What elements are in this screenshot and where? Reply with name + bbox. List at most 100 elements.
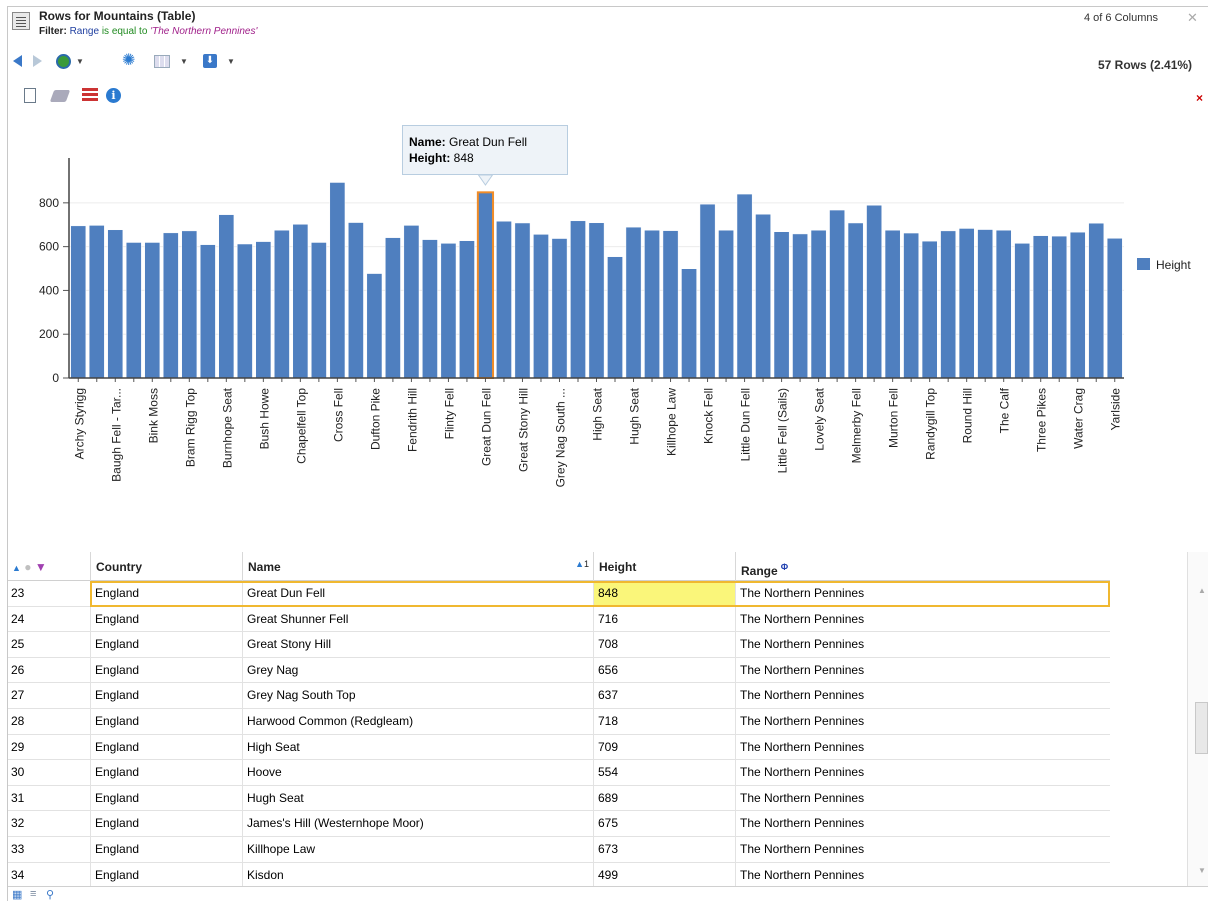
row-number[interactable]: 32 bbox=[8, 811, 90, 836]
cell-range[interactable]: The Northern Pennines bbox=[735, 581, 1110, 606]
cell-country[interactable]: England bbox=[90, 632, 242, 658]
column-header-name[interactable]: Name ▲1 bbox=[242, 552, 593, 581]
row-number[interactable]: 23 bbox=[8, 581, 90, 606]
bar bbox=[921, 240, 938, 379]
list-mode-icon[interactable]: ≡ bbox=[30, 888, 36, 900]
x-tick-label: Killhope Law bbox=[665, 388, 679, 456]
column-header-country-label: Country bbox=[96, 560, 142, 574]
bar bbox=[1106, 238, 1123, 379]
cell-height[interactable]: 718 bbox=[593, 709, 735, 734]
cell-name[interactable]: James's Hill (Westernhope Moor) bbox=[242, 811, 593, 837]
cell-height[interactable]: 673 bbox=[593, 837, 735, 862]
column-header-range[interactable]: Range Φ bbox=[735, 552, 1110, 581]
column-header-height[interactable]: Height bbox=[593, 552, 735, 581]
scroll-up-arrow-icon[interactable]: ▲ bbox=[1198, 586, 1206, 595]
cell-country[interactable]: England bbox=[90, 811, 242, 837]
cell-height[interactable]: 554 bbox=[593, 760, 735, 786]
row-number[interactable]: 25 bbox=[8, 632, 90, 657]
cell-name[interactable]: Hugh Seat bbox=[242, 785, 593, 811]
chart-tooltip: Name: Great Dun Fell Height: 848 bbox=[402, 125, 568, 175]
cell-country[interactable]: England bbox=[90, 657, 242, 683]
cell-country[interactable]: England bbox=[90, 785, 242, 811]
table-mode-icon[interactable]: ▦ bbox=[12, 888, 22, 901]
marker-icon[interactable]: ● bbox=[24, 560, 31, 574]
cell-range[interactable]: The Northern Pennines bbox=[735, 683, 1110, 709]
scroll-thumb[interactable] bbox=[1195, 702, 1208, 754]
row-number[interactable]: 30 bbox=[8, 760, 90, 785]
cell-height[interactable]: 499 bbox=[593, 862, 735, 888]
range-filter-badge: Φ bbox=[780, 562, 789, 572]
row-number[interactable]: 33 bbox=[8, 837, 90, 862]
row-number[interactable]: 31 bbox=[8, 786, 90, 811]
cell-name[interactable]: Killhope Law bbox=[242, 837, 593, 862]
data-table: ▲ ● ▼ Country Name ▲1 Height Range Φ 23 En… bbox=[8, 552, 1191, 889]
cell-name[interactable]: Great Shunner Fell bbox=[242, 606, 593, 632]
cell-country[interactable]: England bbox=[90, 606, 242, 632]
row-number[interactable]: 29 bbox=[8, 735, 90, 760]
cell-height[interactable]: 689 bbox=[593, 785, 735, 811]
table-row[interactable]: 25 England Great Stony Hill 708 The Northern… bbox=[8, 632, 1110, 658]
bar bbox=[644, 229, 660, 379]
cell-name[interactable]: Harwood Common (Redgleam) bbox=[242, 709, 593, 734]
cell-country[interactable]: England bbox=[90, 581, 242, 606]
cell-name[interactable]: Kisdon bbox=[242, 862, 593, 888]
bar-highlighted bbox=[476, 191, 495, 379]
cell-country[interactable]: England bbox=[90, 862, 242, 888]
row-number[interactable]: 34 bbox=[8, 863, 90, 888]
table-row[interactable]: 24 England Great Shunner Fell 716 The Northe… bbox=[8, 606, 1110, 633]
cell-country[interactable]: England bbox=[90, 709, 242, 734]
bar bbox=[995, 229, 1012, 379]
cell-name[interactable]: Great Dun Fell bbox=[242, 581, 593, 606]
bar bbox=[274, 229, 290, 379]
row-number[interactable]: 26 bbox=[8, 658, 90, 683]
cell-height[interactable]: 709 bbox=[593, 734, 735, 760]
row-number[interactable]: 28 bbox=[8, 709, 90, 734]
cell-name[interactable]: Grey Nag bbox=[242, 657, 593, 683]
bar bbox=[792, 233, 808, 379]
cell-range[interactable]: The Northern Pennines bbox=[735, 862, 1110, 888]
cell-country[interactable]: England bbox=[90, 760, 242, 786]
cell-name[interactable]: High Seat bbox=[242, 734, 593, 760]
cell-range[interactable]: The Northern Pennines bbox=[735, 734, 1110, 760]
cell-height[interactable]: 675 bbox=[593, 811, 735, 837]
cell-range[interactable]: The Northern Pennines bbox=[735, 606, 1110, 632]
cell-height[interactable]: 848 bbox=[593, 581, 735, 606]
cell-range[interactable]: The Northern Pennines bbox=[735, 632, 1110, 658]
cell-country[interactable]: England bbox=[90, 683, 242, 709]
cell-country[interactable]: England bbox=[90, 837, 242, 862]
table-row[interactable]: 32 England James's Hill (Westernhope Moor)… bbox=[8, 811, 1110, 837]
search-icon[interactable]: ⚲ bbox=[46, 888, 54, 901]
table-row[interactable]: 31 England Hugh Seat 689 The Northern Pennin… bbox=[8, 785, 1110, 812]
table-row[interactable]: 30 England Hoove 554 The Northern Pennines bbox=[8, 760, 1110, 786]
cell-range[interactable]: The Northern Pennines bbox=[735, 837, 1110, 862]
cell-name[interactable]: Grey Nag South Top bbox=[242, 683, 593, 709]
cell-name[interactable]: Great Stony Hill bbox=[242, 632, 593, 658]
cell-range[interactable]: The Northern Pennines bbox=[735, 657, 1110, 683]
cell-height[interactable]: 716 bbox=[593, 606, 735, 632]
bar bbox=[773, 231, 790, 379]
cell-range[interactable]: The Northern Pennines bbox=[735, 760, 1110, 786]
cell-range[interactable]: The Northern Pennines bbox=[735, 785, 1110, 811]
column-header-country[interactable]: Country bbox=[90, 552, 242, 581]
cell-height[interactable]: 656 bbox=[593, 657, 735, 683]
table-row[interactable]: 28 England Harwood Common (Redgleam) 718 The… bbox=[8, 709, 1110, 735]
cell-height[interactable]: 637 bbox=[593, 683, 735, 709]
cell-range[interactable]: The Northern Pennines bbox=[735, 709, 1110, 734]
scroll-down-arrow-icon[interactable]: ▼ bbox=[1198, 866, 1206, 875]
cell-height[interactable]: 708 bbox=[593, 632, 735, 658]
row-number[interactable]: 24 bbox=[8, 607, 90, 632]
x-tick-label: Randygill Top bbox=[924, 388, 938, 460]
table-row[interactable]: 33 England Killhope Law 673 The Northern Pen… bbox=[8, 837, 1110, 863]
cell-range[interactable]: The Northern Pennines bbox=[735, 811, 1110, 837]
row-number[interactable]: 27 bbox=[8, 683, 90, 708]
table-row[interactable]: 29 England High Seat 709 The Northern Pennin… bbox=[8, 734, 1110, 761]
table-row[interactable]: 23 England Great Dun Fell 848 The Northern P… bbox=[8, 581, 1110, 607]
table-row[interactable]: 26 England Grey Nag 656 The Northern Pennine… bbox=[8, 657, 1110, 684]
x-tick-label: Melmerby Fell bbox=[850, 388, 864, 463]
sort-ascending-icon[interactable]: ▲ bbox=[12, 563, 21, 573]
cell-name[interactable]: Hoove bbox=[242, 760, 593, 786]
filter-icon[interactable]: ▼ bbox=[35, 560, 47, 574]
cell-country[interactable]: England bbox=[90, 734, 242, 760]
table-row[interactable]: 34 England Kisdon 499 The Northern Pennines bbox=[8, 862, 1110, 889]
table-row[interactable]: 27 England Grey Nag South Top 637 The Northe… bbox=[8, 683, 1110, 709]
